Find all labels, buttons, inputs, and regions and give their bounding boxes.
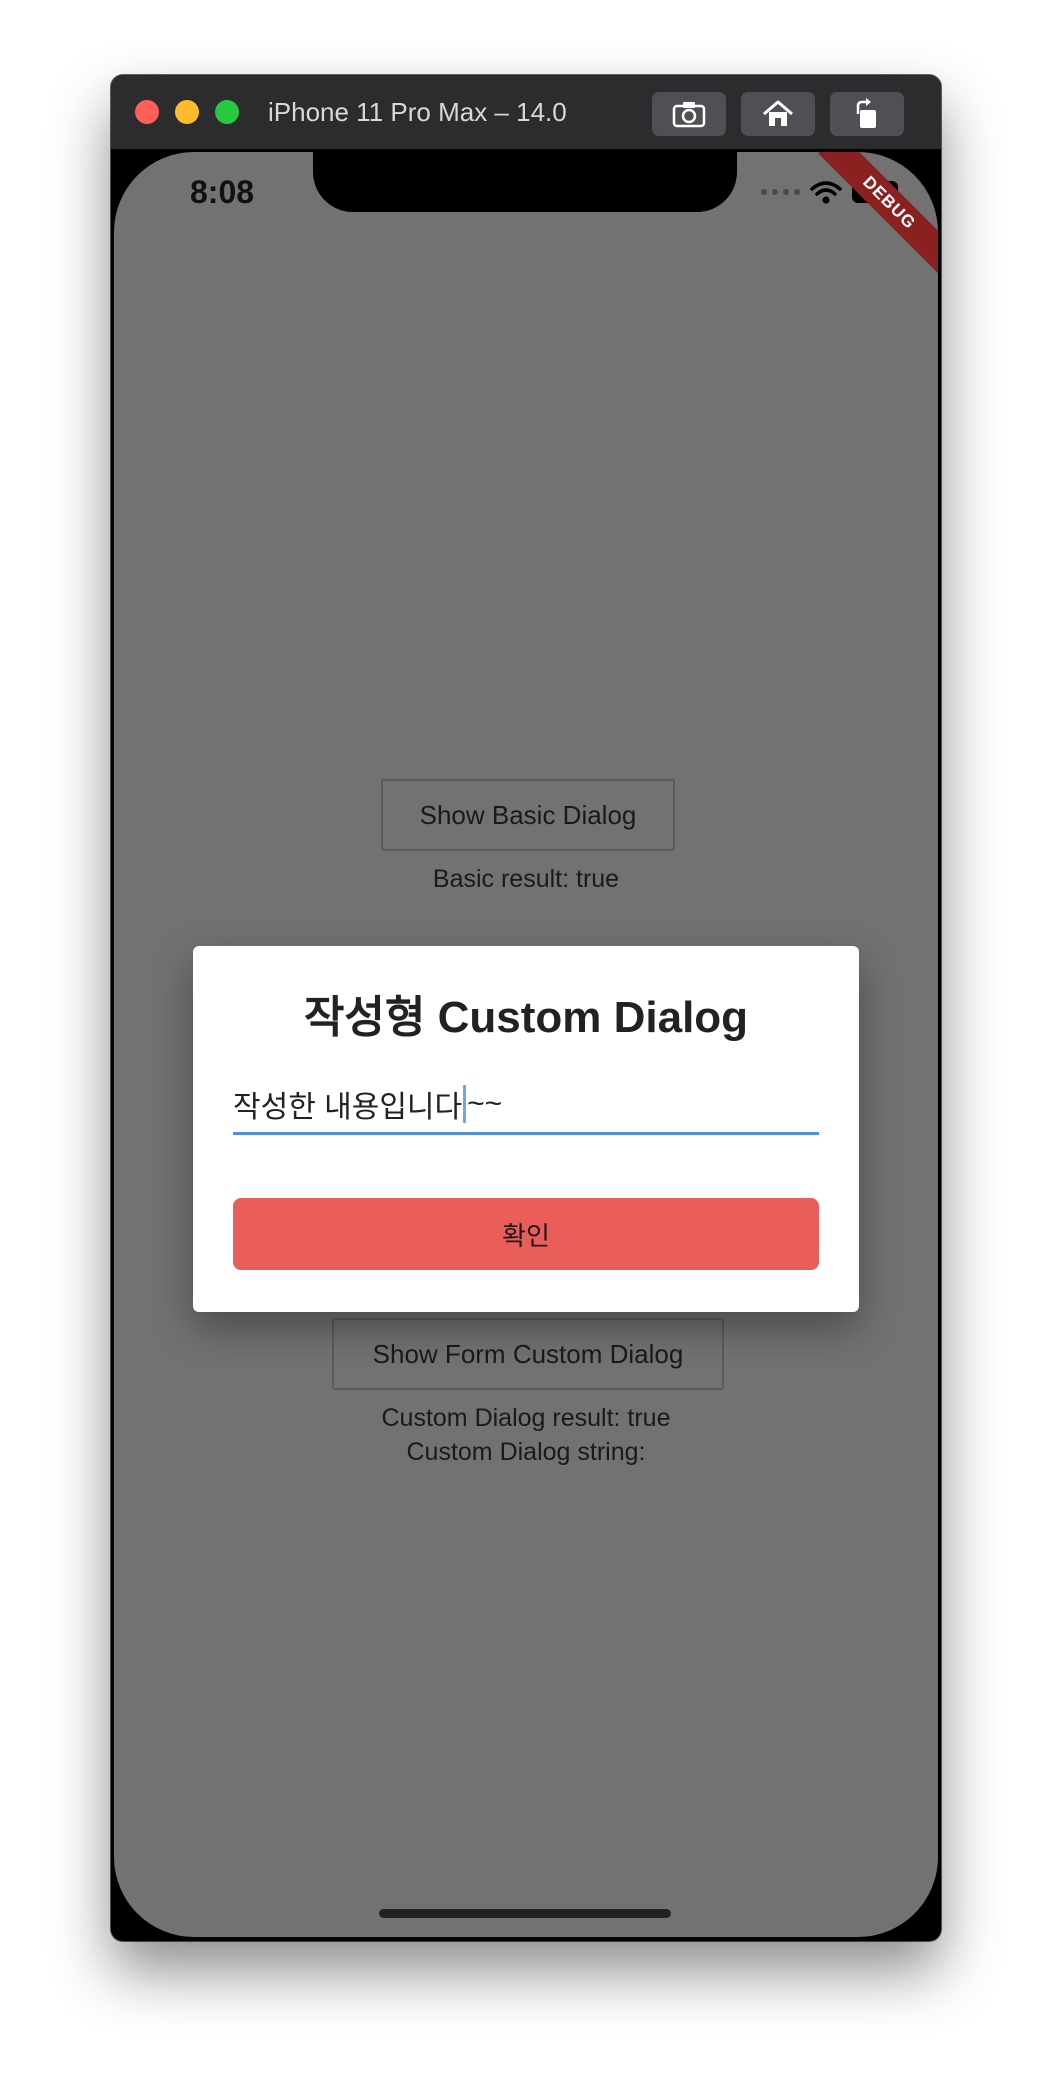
screenshot-button[interactable] <box>652 92 726 136</box>
debug-banner: DEBUG <box>818 152 938 274</box>
input-text: 작성한 내용입니다 <box>233 1091 463 1124</box>
input-text-tail: ~~ <box>467 1087 503 1120</box>
confirm-button[interactable]: 확인 <box>233 1198 819 1270</box>
custom-dialog: 작성형 Custom Dialog 작성한 내용입니다 ~~ 확인 <box>193 946 859 1312</box>
simulator-window: iPhone 11 Pro Max – 14.0 8:08 DEBUG Show… <box>111 75 941 1941</box>
cellular-signal-icon <box>761 189 800 195</box>
show-form-custom-dialog-button[interactable]: Show Form Custom Dialog <box>332 1318 724 1390</box>
home-indicator[interactable] <box>379 1909 671 1918</box>
custom-dialog-string-text: Custom Dialog string: <box>406 1438 646 1466</box>
dialog-text-field[interactable]: 작성한 내용입니다 ~~ <box>233 1076 819 1135</box>
show-basic-dialog-button[interactable]: Show Basic Dialog <box>381 779 675 851</box>
rotate-icon <box>856 98 876 128</box>
zoom-window-button[interactable] <box>215 100 239 124</box>
home-icon <box>763 100 793 126</box>
minimize-window-button[interactable] <box>175 100 199 124</box>
rotate-button[interactable] <box>830 92 904 136</box>
basic-result-text: Basic result: true <box>432 865 620 893</box>
dialog-title: 작성형 Custom Dialog <box>303 993 749 1042</box>
camera-icon <box>672 102 706 128</box>
custom-dialog-result-text: Custom Dialog result: true <box>381 1404 671 1432</box>
home-button[interactable] <box>741 92 815 136</box>
window-title: iPhone 11 Pro Max – 14.0 <box>268 97 567 127</box>
text-cursor <box>463 1085 467 1123</box>
simulator-titlebar: iPhone 11 Pro Max – 14.0 <box>111 75 941 149</box>
device-screen: 8:08 DEBUG Show Basic Dialog Basic resul… <box>114 152 938 1937</box>
wifi-icon <box>810 181 842 204</box>
status-time: 8:08 <box>190 174 255 210</box>
notch <box>313 152 737 212</box>
close-window-button[interactable] <box>135 100 159 124</box>
